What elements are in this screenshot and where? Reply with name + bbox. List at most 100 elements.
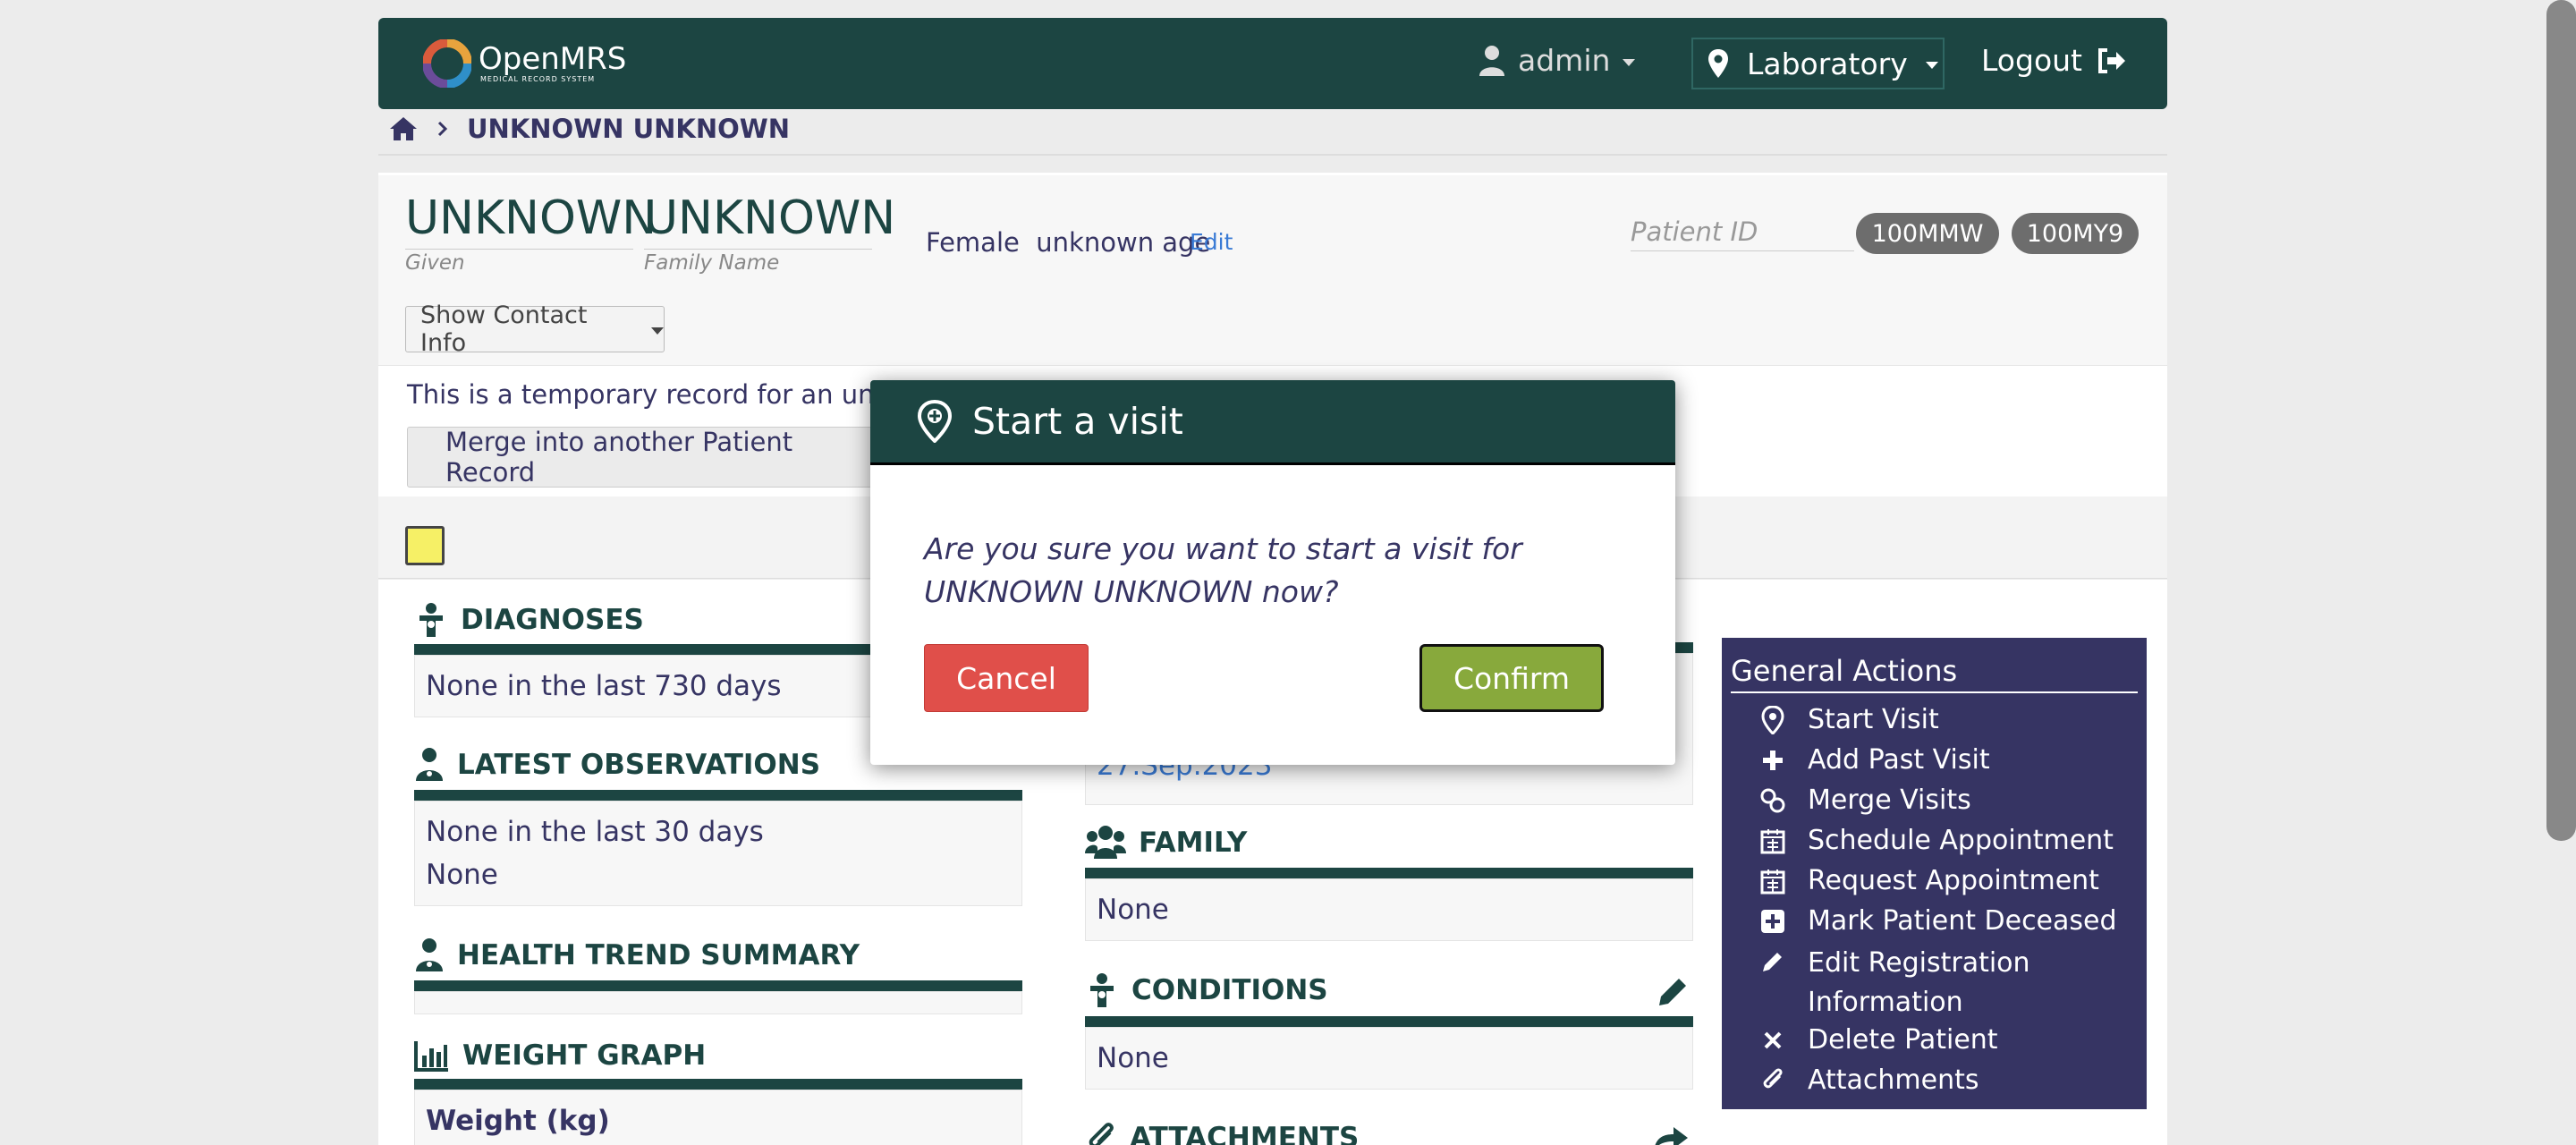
divider	[378, 154, 2167, 156]
user-name: admin	[1518, 43, 1611, 78]
action-mark-patient-deceased[interactable]: Mark Patient Deceased	[1731, 903, 2138, 944]
sticky-note-icon[interactable]	[405, 526, 445, 565]
confirm-button[interactable]: Confirm	[1419, 644, 1604, 712]
scrollbar-thumb[interactable]	[2546, 0, 2576, 841]
action-merge-visits[interactable]: Merge Visits	[1731, 783, 2138, 823]
attachments-section: ATTACHMENTS	[1085, 1120, 1693, 1145]
user-md-icon	[416, 748, 443, 781]
observations-body: None in the last 30 days None	[414, 801, 1022, 906]
section-title: DIAGNOSES	[461, 604, 644, 636]
patient-family-name: UNKNOWN	[644, 191, 896, 245]
pencil-icon[interactable]	[1656, 975, 1690, 1009]
action-delete-patient[interactable]: Delete Patient	[1731, 1022, 2138, 1063]
patient-gender: Female	[926, 227, 1020, 258]
action-label: Mark Patient Deceased	[1808, 905, 2117, 937]
patient-id-badge: 100MMW	[1856, 213, 1999, 254]
action-label: Information	[1808, 987, 1963, 1018]
close-icon	[1764, 1031, 1782, 1049]
health-trend-section: HEALTH TREND SUMMARY	[414, 937, 1022, 1014]
caret-down-icon	[651, 327, 664, 335]
dialog-title: Start a visit	[972, 400, 1183, 443]
user-menu[interactable]: admin	[1479, 43, 1636, 78]
action-label: Request Appointment	[1808, 865, 2099, 896]
show-contact-info-button[interactable]: Show Contact Info	[405, 301, 665, 357]
share-icon[interactable]	[1652, 1125, 1690, 1145]
action-attachments[interactable]: Attachments	[1731, 1063, 2138, 1103]
dialog-message: Are you sure you want to start a visit f…	[924, 531, 1522, 609]
conditions-section: CONDITIONS None	[1085, 971, 1693, 1090]
section-title: CONDITIONS	[1131, 974, 1328, 1006]
merge-patient-button[interactable]: Merge into another Patient Record	[407, 427, 872, 488]
link-icon	[1760, 788, 1785, 813]
logo-name: OpenMRS	[479, 41, 627, 77]
breadcrumb: UNKNOWN UNKNOWN	[388, 114, 790, 144]
temporary-record-text: This is a temporary record for an unide	[407, 379, 914, 410]
action-label: Delete Patient	[1808, 1024, 1998, 1056]
chevron-down-icon	[1925, 62, 1938, 69]
section-title: ATTACHMENTS	[1130, 1122, 1360, 1145]
home-icon[interactable]	[388, 115, 419, 142]
edit-patient-link[interactable]: Edit	[1190, 229, 1233, 255]
paperclip-icon	[1089, 1123, 1114, 1145]
calendar-icon	[1760, 829, 1785, 854]
stethoscope-icon	[1090, 973, 1114, 1007]
action-label: Start Visit	[1808, 704, 1939, 735]
action-label: Attachments	[1808, 1064, 1979, 1096]
action-label: Merge Visits	[1808, 785, 1971, 816]
weight-graph-section: WEIGHT GRAPH Weight (kg)	[414, 1039, 1022, 1145]
paperclip-icon	[1763, 1068, 1783, 1089]
action-schedule-appointment[interactable]: Schedule Appointment	[1731, 823, 2138, 863]
general-actions-panel: General Actions Start Visit Add Past Vis…	[1722, 638, 2147, 1109]
plus-icon	[1763, 751, 1783, 770]
general-actions-title: General Actions	[1731, 654, 2138, 693]
conditions-body: None	[1085, 1027, 1693, 1090]
top-header: OpenMRS MEDICAL RECORD SYSTEM admin Labo…	[378, 18, 2167, 109]
weight-graph-body: Weight (kg)	[414, 1090, 1022, 1145]
openmrs-logo[interactable]: OpenMRS MEDICAL RECORD SYSTEM	[423, 39, 626, 88]
openmrs-logo-icon	[423, 39, 471, 88]
given-label: Given	[405, 249, 633, 275]
section-title: HEALTH TREND SUMMARY	[457, 939, 860, 971]
section-title: FAMILY	[1139, 827, 1248, 859]
action-start-visit[interactable]: Start Visit	[1731, 702, 2138, 742]
action-add-past-visit[interactable]: Add Past Visit	[1731, 742, 2138, 783]
users-icon	[1085, 826, 1126, 859]
action-request-appointment[interactable]: Request Appointment	[1731, 863, 2138, 903]
observations-line: None	[426, 859, 498, 891]
action-label: Add Past Visit	[1808, 744, 1990, 776]
logout-link[interactable]: Logout	[1981, 43, 2127, 78]
family-section: FAMILY None	[1085, 825, 1693, 941]
action-label: Schedule Appointment	[1808, 825, 2114, 856]
family-name-label: Family Name	[644, 249, 872, 275]
patient-given-name: UNKNOWN	[405, 191, 657, 245]
stethoscope-icon	[419, 603, 443, 637]
family-body: None	[1085, 878, 1693, 941]
location-name: Laboratory	[1747, 46, 1908, 81]
map-marker-icon	[1708, 49, 1728, 78]
action-edit-registration[interactable]: Edit Registration Information	[1731, 944, 2138, 1022]
patient-age: unknown age	[1036, 227, 1211, 258]
patient-id-label: Patient ID	[1631, 216, 1854, 251]
calendar-icon	[1760, 869, 1785, 895]
latest-observations-section: LATEST OBSERVATIONS None in the last 30 …	[414, 747, 1022, 906]
map-marker-icon	[917, 400, 953, 443]
plus-square-icon	[1761, 910, 1784, 933]
contact-button-label: Show Contact Info	[420, 301, 588, 357]
start-visit-dialog: Start a visit Are you sure you want to s…	[870, 380, 1675, 765]
pencil-icon	[1763, 953, 1782, 971]
chevron-right-icon	[437, 121, 448, 137]
health-trend-body	[414, 991, 1022, 1014]
patient-id-badge: 100MY9	[2012, 213, 2139, 254]
location-menu[interactable]: Laboratory	[1691, 38, 1945, 89]
bar-chart-icon	[414, 1041, 448, 1072]
cancel-button[interactable]: Cancel	[924, 644, 1089, 712]
action-label: Edit Registration	[1808, 947, 2030, 979]
section-title: WEIGHT GRAPH	[462, 1039, 707, 1072]
gender-age: Female unknown age	[926, 227, 1210, 258]
user-icon	[1479, 45, 1504, 76]
section-title: LATEST OBSERVATIONS	[457, 749, 821, 781]
observations-line: None in the last 30 days	[426, 816, 764, 848]
breadcrumb-current: UNKNOWN UNKNOWN	[467, 114, 791, 144]
user-md-icon	[416, 938, 443, 971]
sign-out-icon	[2098, 47, 2125, 73]
